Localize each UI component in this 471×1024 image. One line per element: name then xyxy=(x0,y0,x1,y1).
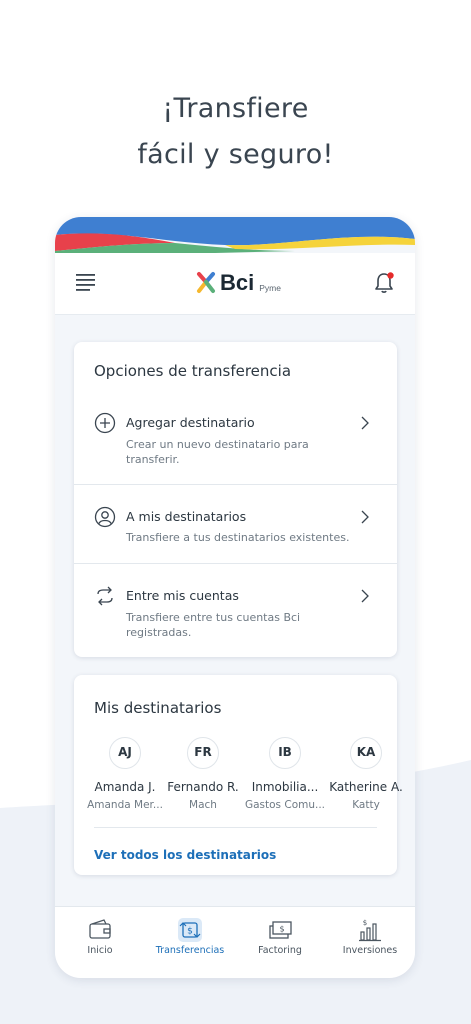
transfer-money-icon: $ xyxy=(178,918,202,942)
option-my-recipients[interactable]: A mis destinatarios Transfiere a tus des… xyxy=(74,504,397,564)
recipient-alias: Gastos Comu... xyxy=(244,799,326,811)
see-all-recipients-link[interactable]: Ver todos los destinatarios xyxy=(94,848,276,862)
option-label: A mis destinatarios xyxy=(126,509,247,524)
avatar: KA xyxy=(350,737,382,769)
swap-arrows-icon xyxy=(97,586,113,606)
recipient-contact[interactable]: FR Fernando R. Mach xyxy=(162,737,244,811)
wallet-icon xyxy=(89,919,111,939)
recipient-contact[interactable]: KA Katherine A. Katty xyxy=(325,737,407,811)
recipient-contact[interactable]: IB Inmobilia... Gastos Comu... xyxy=(244,737,326,811)
divider xyxy=(94,827,377,828)
hamburger-icon[interactable] xyxy=(76,273,96,291)
plus-circle-icon xyxy=(94,412,116,434)
option-label: Agregar destinatario xyxy=(126,415,255,430)
option-between-accounts[interactable]: Entre mis cuentas Transfiere entre tus c… xyxy=(74,583,397,653)
color-wave-decoration xyxy=(55,217,415,257)
recipient-name: Inmobilia... xyxy=(251,780,319,794)
headline-line-2: fácil y seguro! xyxy=(137,139,334,170)
user-circle-icon xyxy=(94,506,116,528)
tab-label: Factoring xyxy=(258,945,302,956)
tab-factoring[interactable]: $ Factoring xyxy=(235,907,325,978)
bar-chart-icon: $ xyxy=(359,919,381,942)
recipients-title: Mis destinatarios xyxy=(94,699,222,717)
option-description: Crear un nuevo destinatario para transfe… xyxy=(126,438,309,466)
logo-subtitle: Pyme xyxy=(259,282,281,293)
avatar: IB xyxy=(269,737,301,769)
recipient-name: Fernando R. xyxy=(167,780,239,794)
notification-badge xyxy=(387,272,394,279)
transfer-options-title: Opciones de transferencia xyxy=(94,362,292,380)
chevron-right-icon xyxy=(361,416,369,430)
logo-text: Bci xyxy=(220,270,255,295)
divider xyxy=(74,484,397,485)
tab-label: Inicio xyxy=(87,945,113,956)
avatar: FR xyxy=(187,737,219,769)
transfer-options-card: Opciones de transferencia Agregar destin… xyxy=(74,342,397,657)
svg-text:$: $ xyxy=(187,927,193,937)
option-add-recipient[interactable]: Agregar destinatario Crear un nuevo dest… xyxy=(74,410,397,485)
bell-icon[interactable] xyxy=(372,271,396,295)
svg-text:$: $ xyxy=(363,919,367,927)
recipient-alias: Mach xyxy=(189,799,217,811)
chevron-right-icon xyxy=(361,589,369,603)
phone-frame: Bci Pyme Opciones de transferencia Agreg… xyxy=(55,217,415,978)
bottom-tab-bar: Inicio $ Transferencias $ Factoring $ In… xyxy=(55,906,415,978)
avatar: AJ xyxy=(109,737,141,769)
svg-text:$: $ xyxy=(279,925,284,934)
tab-inicio[interactable]: Inicio xyxy=(55,907,145,978)
recipient-alias: Katty xyxy=(352,799,380,811)
bci-logo: Bci Pyme xyxy=(196,269,281,297)
tab-label: Inversiones xyxy=(342,945,398,956)
recipient-alias: Amanda Mer... xyxy=(87,799,163,811)
divider xyxy=(74,563,397,564)
tab-transferencias[interactable]: $ Transferencias xyxy=(145,907,235,978)
chevron-right-icon xyxy=(361,510,369,524)
bci-logo-mark-icon xyxy=(197,272,215,293)
app-bar: Bci Pyme xyxy=(55,253,415,315)
option-description: Transfiere a tus destinatarios existente… xyxy=(126,531,350,544)
tab-label: Transferencias xyxy=(155,945,225,956)
option-label: Entre mis cuentas xyxy=(126,588,239,603)
bills-icon: $ xyxy=(269,921,292,939)
headline-line-1: ¡Transfiere xyxy=(162,93,309,124)
recipients-card: Mis destinatarios AJ Amanda J. Amanda Me… xyxy=(74,675,403,875)
option-description: Transfiere entre tus cuentas Bci registr… xyxy=(126,611,301,639)
recipient-name: Katherine A. xyxy=(329,780,403,794)
recipient-name: Amanda J. xyxy=(94,780,156,794)
recipient-contact[interactable]: AJ Amanda J. Amanda Mer... xyxy=(84,737,166,811)
tab-inversiones[interactable]: $ Inversiones xyxy=(325,907,415,978)
headline: ¡Transfiere fácil y seguro! xyxy=(0,86,471,178)
